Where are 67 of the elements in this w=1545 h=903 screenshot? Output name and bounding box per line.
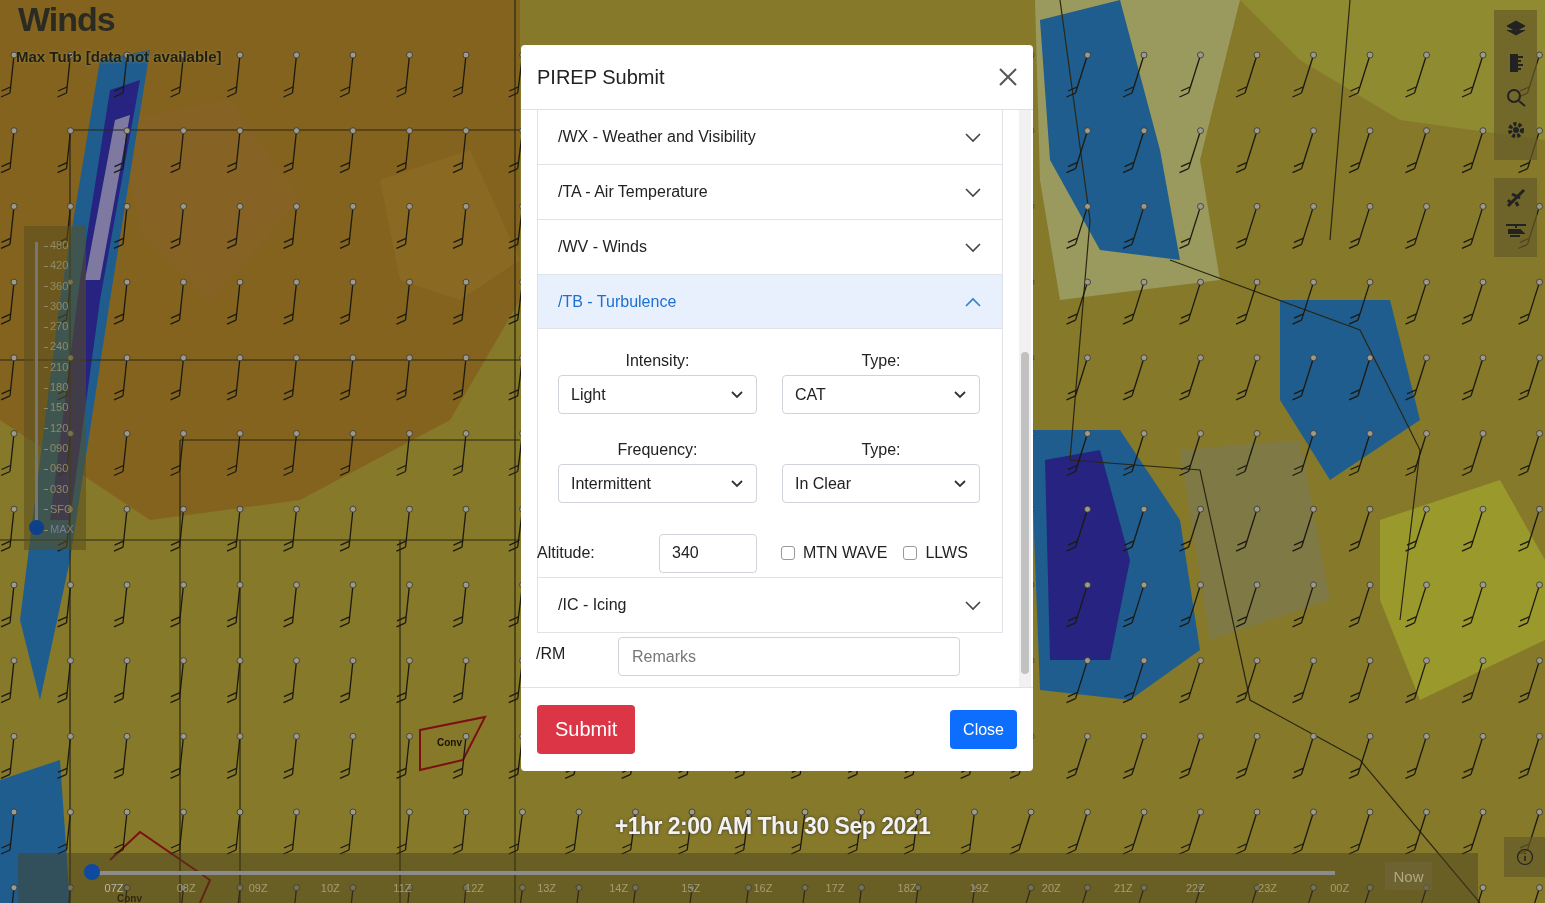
hour-label[interactable]: 00Z: [1303, 882, 1376, 894]
altitude-label[interactable]: 060: [44, 461, 74, 482]
submit-button[interactable]: Submit: [537, 705, 636, 754]
altitude-label[interactable]: 030: [44, 481, 74, 502]
hour-label[interactable]: 19Z: [943, 882, 1016, 894]
hour-label[interactable]: 11Z: [366, 882, 439, 894]
field-label: Frequency:: [616, 440, 699, 460]
hour-label[interactable]: 21Z: [1087, 882, 1160, 894]
hour-label[interactable]: 16Z: [726, 882, 799, 894]
hour-label[interactable]: 18Z: [871, 882, 944, 894]
area-label: Conv: [117, 893, 142, 903]
field-label: Intensity:: [624, 351, 691, 371]
remarks-label: /RM: [536, 644, 567, 663]
hour-label[interactable]: 10Z: [294, 882, 367, 894]
altitude-label[interactable]: 420: [44, 258, 74, 279]
dialog-title: PIREP Submit: [537, 65, 665, 89]
altitude-label[interactable]: 210: [44, 359, 74, 381]
now-button[interactable]: Now: [1385, 862, 1432, 890]
altitude-label[interactable]: 120: [44, 420, 74, 441]
altitude-label[interactable]: 240: [44, 339, 74, 360]
checkbox-label: LLWS: [925, 544, 968, 562]
altitude-label[interactable]: MAX: [44, 522, 74, 543]
accordion-header[interactable]: /TB - Turbulence: [538, 275, 1002, 329]
map-title: Winds: [18, 0, 115, 39]
altitude-label: Altitude:: [537, 544, 596, 562]
altitude-label[interactable]: 300: [44, 298, 74, 320]
settings-icon[interactable]: [1505, 120, 1526, 140]
hour-label[interactable]: 22Z: [1159, 882, 1232, 894]
helicopter-icon[interactable]: [1503, 222, 1528, 238]
hour-label[interactable]: 23Z: [1231, 882, 1304, 894]
altitude-label[interactable]: 150: [44, 400, 74, 421]
altitude-label[interactable]: 360: [44, 278, 74, 299]
altitude-slider[interactable]: 480 420 360 300 270 240 210 180 150 120 090 060 030 SFC MAX: [24, 226, 86, 550]
close-button[interactable]: Close: [950, 710, 1017, 749]
hour-label[interactable]: 17Z: [798, 882, 872, 894]
hour-label[interactable]: 09Z: [222, 882, 295, 894]
altitude-label[interactable]: 180: [44, 380, 74, 401]
forecast-time: +1hr 2:00 AM Thu 30 Sep 2021: [614, 813, 931, 839]
hour-label[interactable]: 08Z: [150, 882, 223, 894]
hour-label[interactable]: 20Z: [1015, 882, 1088, 894]
hour-label[interactable]: 12Z: [438, 882, 511, 894]
hour-label[interactable]: 07Z: [78, 882, 151, 894]
remarks-field[interactable]: Remarks: [618, 637, 960, 676]
info-icon[interactable]: [1515, 848, 1534, 866]
altitude-label[interactable]: 480: [44, 238, 74, 259]
field-label: Type:: [860, 440, 902, 460]
area-label: Conv: [437, 737, 462, 748]
hour-label[interactable]: 15Z: [654, 882, 727, 894]
hour-label[interactable]: 14Z: [582, 882, 655, 894]
checkbox-label: MTN WAVE: [803, 544, 888, 562]
dropdown[interactable]: Intermittent: [558, 464, 757, 503]
altitude-label[interactable]: SFC: [44, 501, 74, 523]
dropdown[interactable]: CAT: [782, 375, 980, 414]
checkbox[interactable]: [903, 546, 918, 560]
caret-icon[interactable]: [953, 478, 967, 489]
checkbox[interactable]: [781, 546, 795, 560]
caret-icon[interactable]: [953, 389, 967, 400]
hour-label[interactable]: 13Z: [510, 882, 583, 894]
altitude-label[interactable]: 090: [44, 440, 74, 462]
field-label: Type:: [860, 351, 902, 371]
altitude-label[interactable]: 270: [44, 319, 74, 340]
altitude-field[interactable]: 340: [659, 533, 757, 573]
dropdown[interactable]: In Clear: [782, 464, 980, 503]
dropdown[interactable]: Light: [558, 375, 757, 414]
close-icon[interactable]: [997, 66, 1019, 88]
caret-icon[interactable]: [730, 389, 744, 400]
caret-icon[interactable]: [730, 478, 744, 489]
